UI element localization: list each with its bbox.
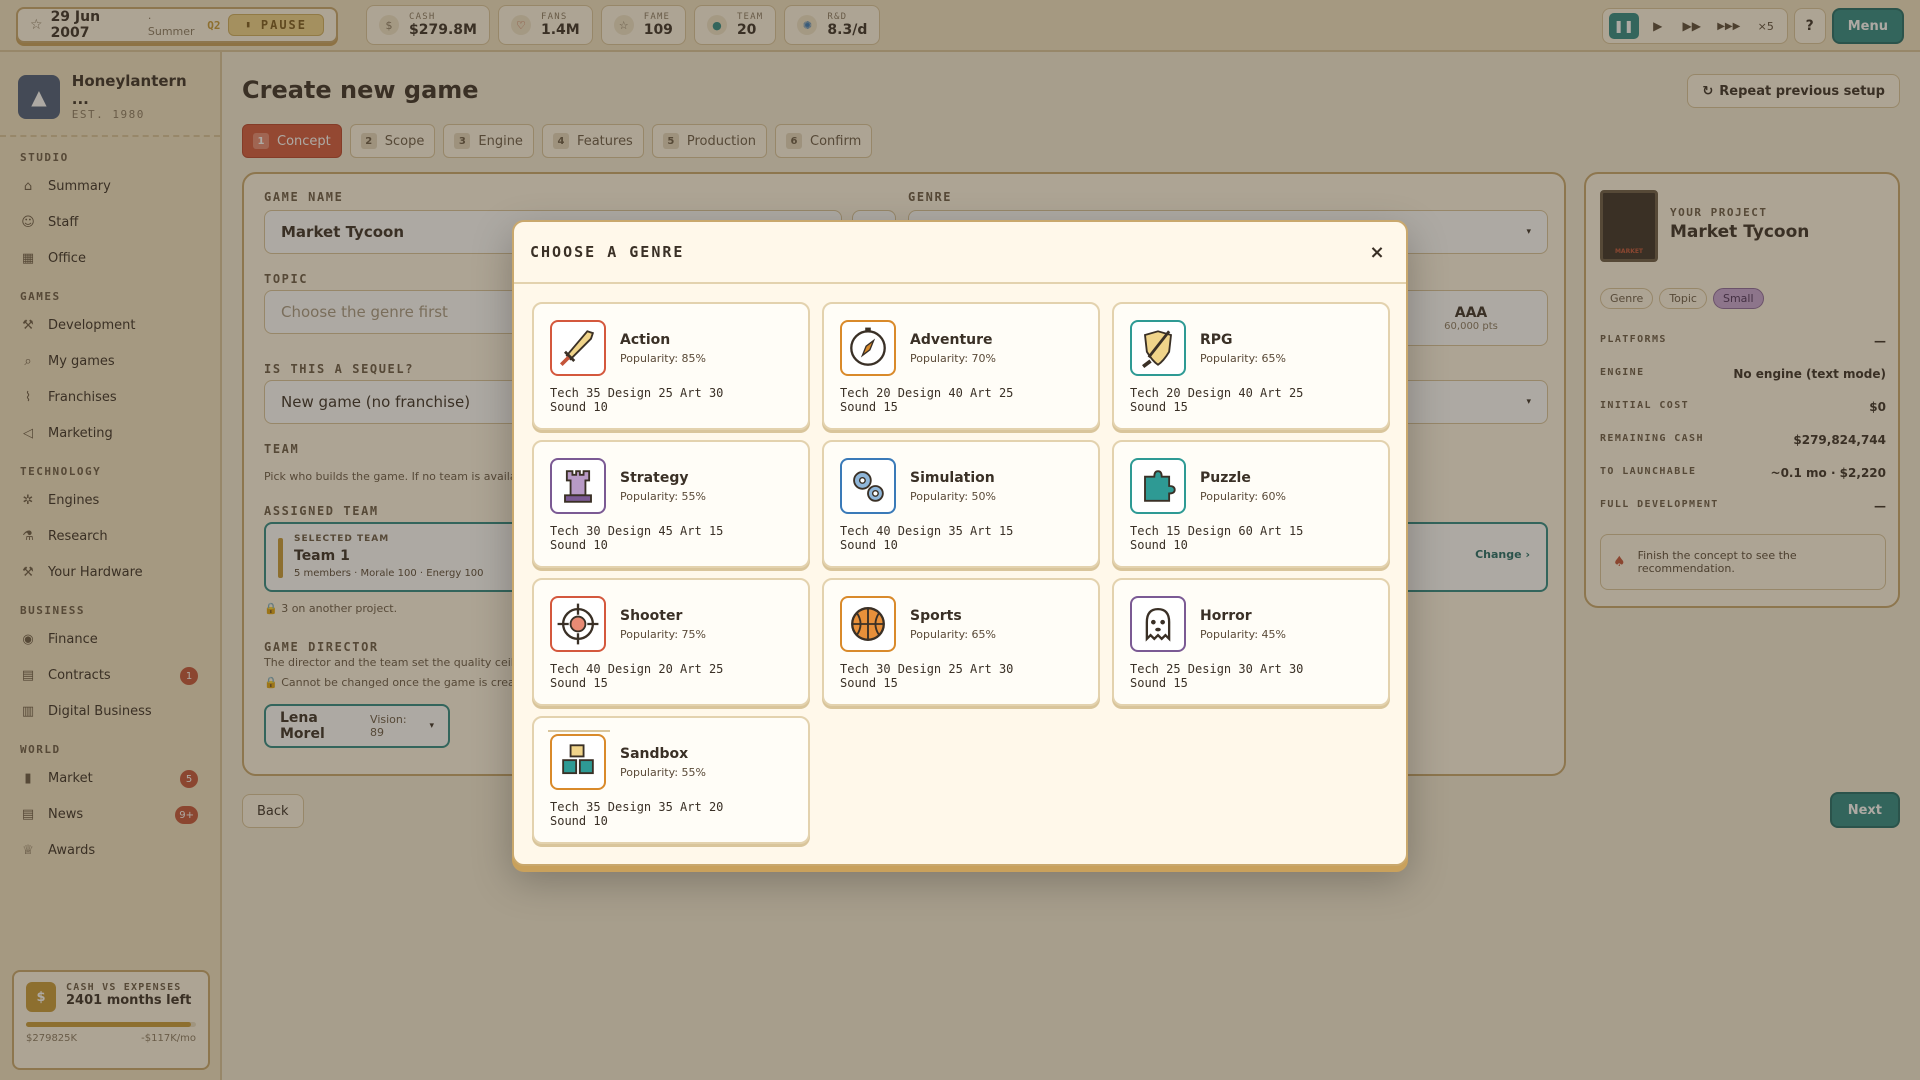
genre-card-header: Adventure Popularity: 70% [840,320,1084,376]
genre-popularity: Popularity: 55% [620,766,706,779]
modal-header: CHOOSE A GENRE × [514,222,1406,284]
genre-name: Sports [910,608,962,624]
genre-name: RPG [1200,332,1233,348]
genre-stat-line: Tech 20 Design 40 Art 25 [840,386,1014,400]
genre-stat-line: Tech 30 Design 25 Art 30 [840,662,1014,676]
genre-modal: CHOOSE A GENRE × Action Popularity: 85% Te… [512,220,1408,866]
genre-card-sports[interactable]: Sports Popularity: 65% Tech 30 Design 25 A… [822,578,1100,706]
genre-stats: Tech 35 Design 25 Art 30 Sound 10 [550,386,794,414]
genre-stat-line: Tech 20 Design 40 Art 25 [1130,386,1304,400]
genre-popularity: Popularity: 50% [910,490,996,503]
genre-card-sandbox[interactable]: Sandbox Popularity: 55% Tech 35 Design 35 … [532,716,810,844]
genre-grid: Action Popularity: 85% Tech 35 Design 25 A… [532,302,1390,844]
genre-name: Horror [1200,608,1252,624]
genre-stats: Tech 40 Design 20 Art 25 Sound 15 [550,662,794,690]
genre-popularity: Popularity: 75% [620,628,706,641]
genre-stats: Tech 15 Design 60 Art 15 Sound 10 [1130,524,1374,552]
genre-card-header: Action Popularity: 85% [550,320,794,376]
close-icon[interactable]: × [1364,239,1390,265]
genre-name: Shooter [620,608,683,624]
genre-sound-line: Sound 10 [550,538,608,552]
genre-card-header: RPG Popularity: 65% [1130,320,1374,376]
genre-popularity: Popularity: 65% [1200,352,1286,365]
genre-stats: Tech 25 Design 30 Art 30 Sound 15 [1130,662,1374,690]
genre-card-header: Simulation Popularity: 50% [840,458,1084,514]
genre-card-simulation[interactable]: Simulation Popularity: 50% Tech 40 Design … [822,440,1100,568]
genre-name: Simulation [910,470,995,486]
genre-sound-line: Sound 15 [1130,676,1188,690]
genre-card-header: Shooter Popularity: 75% [550,596,794,652]
genre-card-header: Puzzle Popularity: 60% [1130,458,1374,514]
genre-stats: Tech 20 Design 40 Art 25 Sound 15 [840,386,1084,414]
genre-popularity: Popularity: 65% [910,628,996,641]
divider [548,730,610,732]
genre-card-adventure[interactable]: Adventure Popularity: 70% Tech 20 Design 4… [822,302,1100,430]
genre-name: Action [620,332,671,348]
crosshair-icon [550,596,606,652]
genre-stats: Tech 40 Design 35 Art 15 Sound 10 [840,524,1084,552]
genre-stats: Tech 30 Design 25 Art 30 Sound 15 [840,662,1084,690]
genre-card-header: Sandbox Popularity: 55% [550,734,794,790]
genre-card-strategy[interactable]: Strategy Popularity: 55% Tech 30 Design 45… [532,440,810,568]
genre-card-puzzle[interactable]: Puzzle Popularity: 60% Tech 15 Design 60 A… [1112,440,1390,568]
genre-stat-line: Tech 15 Design 60 Art 15 [1130,524,1304,538]
genre-card-rpg[interactable]: RPG Popularity: 65% Tech 20 Design 40 Art … [1112,302,1390,430]
genre-popularity: Popularity: 55% [620,490,706,503]
genre-sound-line: Sound 10 [550,400,608,414]
genre-popularity: Popularity: 70% [910,352,996,365]
genre-sound-line: Sound 15 [840,676,898,690]
blocks-icon [550,734,606,790]
genre-card-action[interactable]: Action Popularity: 85% Tech 35 Design 25 A… [532,302,810,430]
modal-title: CHOOSE A GENRE [530,243,685,261]
genre-card-shooter[interactable]: Shooter Popularity: 75% Tech 40 Design 20 … [532,578,810,706]
shield-sword-icon [1130,320,1186,376]
genre-name: Sandbox [620,746,689,762]
compass-icon [840,320,896,376]
genre-sound-line: Sound 15 [840,400,898,414]
genre-card-header: Horror Popularity: 45% [1130,596,1374,652]
genre-stats: Tech 30 Design 45 Art 15 Sound 10 [550,524,794,552]
genre-card-header: Strategy Popularity: 55% [550,458,794,514]
gears-icon [840,458,896,514]
genre-stat-line: Tech 35 Design 25 Art 30 [550,386,724,400]
genre-name: Strategy [620,470,689,486]
genre-stat-line: Tech 35 Design 35 Art 20 [550,800,724,814]
genre-stat-line: Tech 40 Design 35 Art 15 [840,524,1014,538]
basketball-icon [840,596,896,652]
genre-popularity: Popularity: 60% [1200,490,1286,503]
genre-stats: Tech 35 Design 35 Art 20 Sound 10 [550,800,794,828]
genre-popularity: Popularity: 45% [1200,628,1286,641]
genre-sound-line: Sound 10 [1130,538,1188,552]
sword-icon [550,320,606,376]
genre-sound-line: Sound 10 [550,814,608,828]
genre-name: Adventure [910,332,993,348]
genre-card-header: Sports Popularity: 65% [840,596,1084,652]
genre-stat-line: Tech 25 Design 30 Art 30 [1130,662,1304,676]
rook-icon [550,458,606,514]
genre-stat-line: Tech 40 Design 20 Art 25 [550,662,724,676]
genre-name: Puzzle [1200,470,1251,486]
genre-stats: Tech 20 Design 40 Art 25 Sound 15 [1130,386,1374,414]
genre-card-horror[interactable]: Horror Popularity: 45% Tech 25 Design 30 A… [1112,578,1390,706]
puzzle-icon [1130,458,1186,514]
genre-popularity: Popularity: 85% [620,352,706,365]
genre-sound-line: Sound 10 [840,538,898,552]
genre-sound-line: Sound 15 [550,676,608,690]
genre-sound-line: Sound 15 [1130,400,1188,414]
ghost-icon [1130,596,1186,652]
genre-stat-line: Tech 30 Design 45 Art 15 [550,524,724,538]
